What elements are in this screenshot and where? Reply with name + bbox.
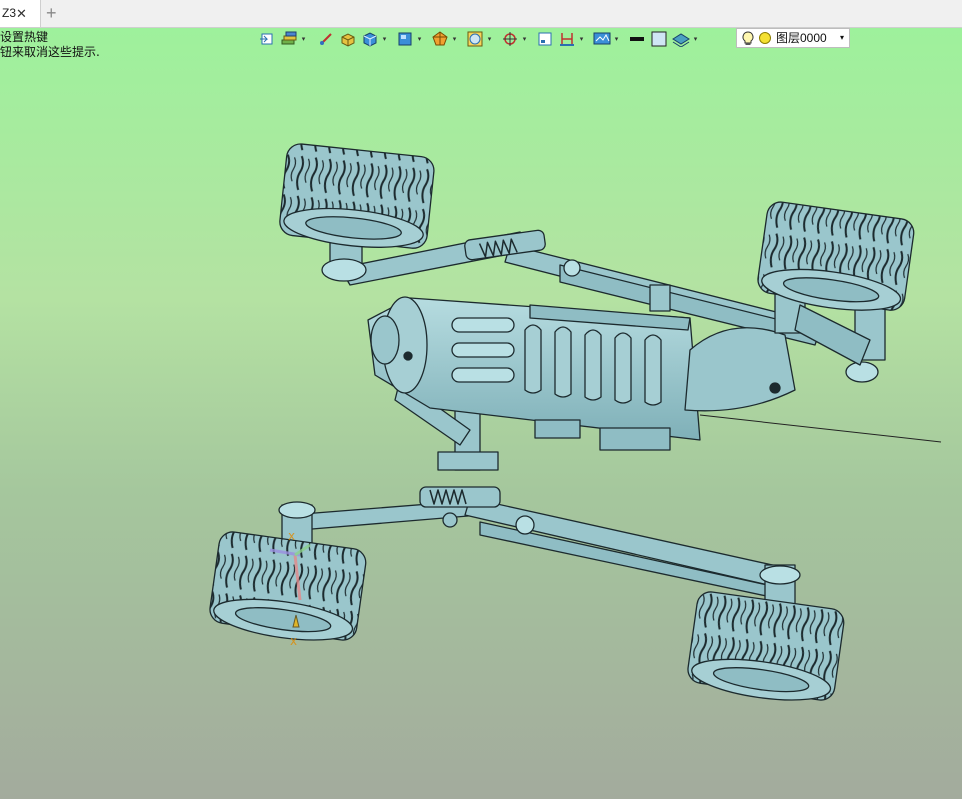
layer-name: 图层0000 — [776, 31, 827, 45]
tab-label: Z3 — [2, 6, 17, 20]
lightbulb-icon — [741, 31, 755, 51]
chevron-down-icon[interactable]: ▾ — [692, 29, 699, 49]
dimension-icon[interactable] — [556, 29, 578, 49]
screen-icon[interactable] — [591, 29, 613, 49]
color-icon[interactable] — [626, 29, 648, 49]
layer-select[interactable]: 图层0000 ▾ — [736, 28, 850, 48]
view-icon[interactable] — [256, 29, 278, 49]
chevron-down-icon[interactable]: ▾ — [300, 29, 307, 49]
box-icon[interactable] — [337, 29, 359, 49]
chevron-down-icon[interactable]: ▾ — [416, 29, 423, 49]
cube-icon[interactable] — [359, 29, 381, 49]
sketch-icon[interactable] — [315, 29, 337, 49]
chevron-down-icon[interactable]: ▾ — [840, 29, 844, 47]
close-icon[interactable]: ✕ — [16, 0, 27, 27]
svg-text:x: x — [288, 529, 295, 543]
view-toolbar: ▾ ▾ ▾ ▾ ▾ ▾ ▾ ▾ ▾ — [256, 28, 699, 50]
document-tab[interactable]: Z3 ✕ — [0, 0, 41, 27]
chevron-down-icon[interactable]: ▾ — [381, 29, 388, 49]
display-icon[interactable] — [394, 29, 416, 49]
chevron-down-icon[interactable]: ▾ — [613, 29, 620, 49]
chevron-down-icon[interactable]: ▾ — [451, 29, 458, 49]
shade-icon[interactable] — [429, 29, 451, 49]
snap-icon[interactable] — [499, 29, 521, 49]
frame-icon[interactable] — [534, 29, 556, 49]
chevron-down-icon[interactable]: ▾ — [521, 29, 528, 49]
yellow-dot-icon — [759, 32, 771, 44]
layers-icon[interactable] — [278, 29, 300, 49]
stack-icon[interactable] — [670, 29, 692, 49]
svg-text:x: x — [290, 634, 297, 648]
chevron-down-icon[interactable]: ▾ — [578, 29, 585, 49]
3d-viewport[interactable]: 设置热键 钮来取消这些提示. x x — [0, 28, 962, 799]
add-tab-icon[interactable]: + — [46, 0, 57, 27]
chevron-down-icon[interactable]: ▾ — [486, 29, 493, 49]
rover-model[interactable]: x x — [0, 28, 962, 799]
fill-icon[interactable] — [648, 29, 670, 49]
render-icon[interactable] — [464, 29, 486, 49]
tab-bar: Z3 ✕ + — [0, 0, 962, 28]
